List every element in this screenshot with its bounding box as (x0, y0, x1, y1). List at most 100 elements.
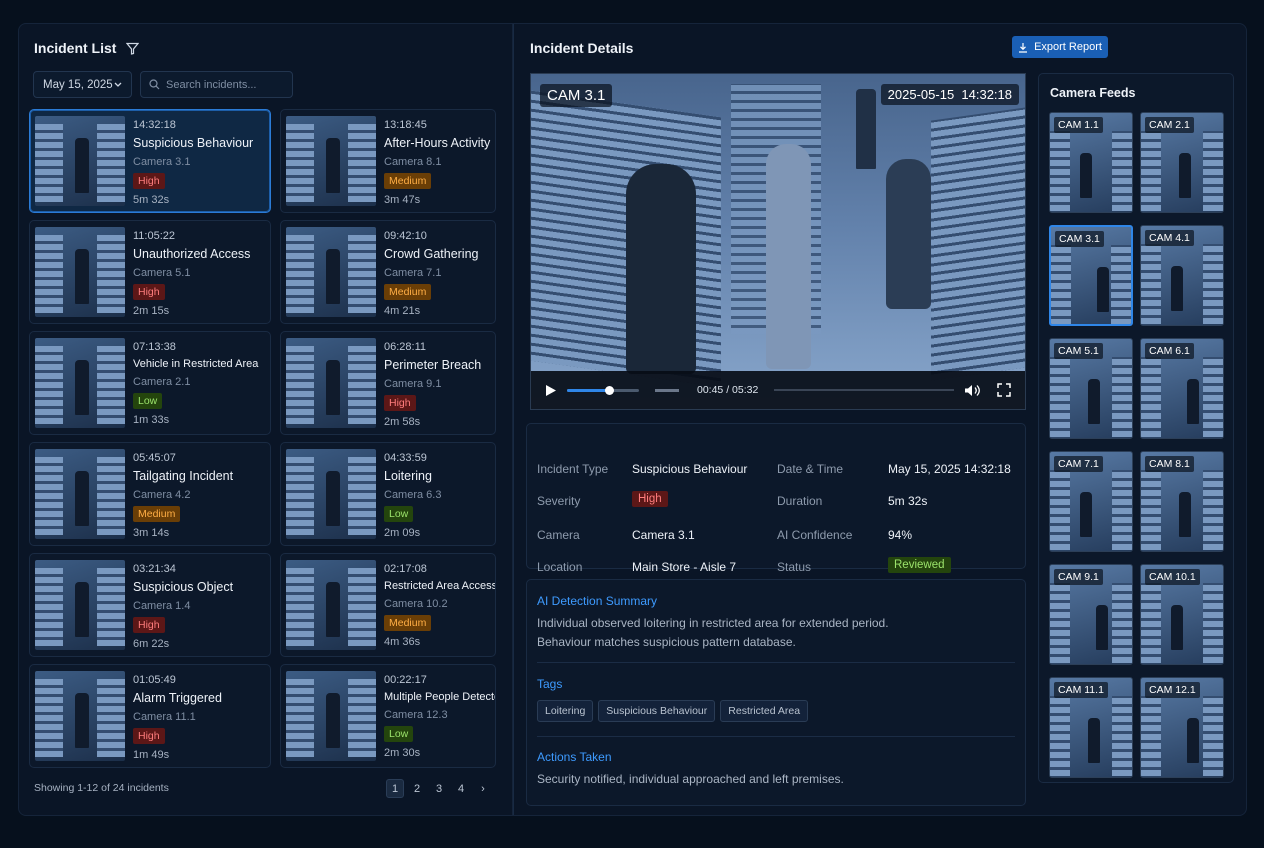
incident-card[interactable]: 03:21:34 Suspicious Object Camera 1.4 High 6… (29, 553, 271, 657)
chevron-down-icon (114, 82, 122, 87)
camera-feed-tile[interactable]: CAM 1.1 (1049, 112, 1133, 213)
actions-title: Actions Taken (537, 750, 612, 764)
incident-thumbnail (35, 116, 125, 206)
camera-feed-tile[interactable]: CAM 10.1 (1140, 564, 1224, 665)
camera-feed-tile[interactable]: CAM 9.1 (1049, 564, 1133, 665)
date-filter-value: May 15, 2025 (43, 78, 113, 91)
incident-time: 09:42:10 (384, 230, 427, 242)
incident-name: Suspicious Behaviour (133, 136, 254, 150)
incident-card[interactable]: 04:33:59 Loitering Camera 6.3 Low 2m 09s (280, 442, 496, 546)
value-incident-type: Suspicious Behaviour (632, 462, 748, 476)
incident-duration: 6m 22s (133, 638, 170, 650)
camera-feed-label: CAM 5.1 (1054, 343, 1103, 359)
incident-name: Vehicle in Restricted Area (133, 358, 259, 370)
camera-feed-tile[interactable]: CAM 6.1 (1140, 338, 1224, 439)
app-window: Incident List May 15, 2025 Search incide… (18, 23, 1247, 816)
incident-thumbnail (286, 560, 376, 650)
camera-feeds-panel: Camera Feeds CAM 1.1 CAM 2.1 CAM 3.1 CAM 4.… (1038, 73, 1234, 783)
ai-summary-text: Individual observed loitering in restric… (537, 614, 889, 652)
tag-chip[interactable]: Suspicious Behaviour (598, 700, 716, 722)
incident-thumbnail (35, 560, 125, 650)
incident-duration: 4m 36s (384, 636, 421, 648)
ai-summary-panel: AI Detection Summary Individual observed… (526, 579, 1026, 806)
status-badge: Reviewed (888, 557, 951, 573)
severity-badge: High (133, 173, 165, 189)
camera-feed-tile[interactable]: CAM 8.1 (1140, 451, 1224, 552)
page-button[interactable]: 3 (430, 779, 448, 798)
incident-card[interactable]: 01:05:49 Alarm Triggered Camera 11.1 High 1m… (29, 664, 271, 768)
video-buffer-bar (655, 388, 679, 392)
actions-text: Security notified, individual approached… (537, 772, 844, 786)
ai-summary-line-2: Behaviour matches suspicious pattern dat… (537, 635, 796, 649)
camera-feed-tile[interactable]: CAM 2.1 (1140, 112, 1224, 213)
search-input[interactable]: Search incidents... (140, 71, 293, 98)
search-placeholder: Search incidents... (166, 78, 257, 91)
incident-duration: 2m 15s (133, 305, 170, 317)
tag-chip[interactable]: Loitering (537, 700, 594, 722)
incident-thumbnail (35, 338, 125, 428)
incident-duration: 4m 21s (384, 305, 421, 317)
incident-card[interactable]: 13:18:45 After-Hours Activity Camera 8.1 Me… (280, 109, 496, 213)
value-camera: Camera 3.1 (632, 528, 695, 542)
incident-card[interactable]: 09:42:10 Crowd Gathering Camera 7.1 Medium 4… (280, 220, 496, 324)
export-report-button[interactable]: Export Report (1012, 36, 1108, 58)
camera-feed-label: CAM 10.1 (1145, 569, 1200, 585)
page-button[interactable]: 4 (452, 779, 470, 798)
video-camera-label: CAM 3.1 (540, 84, 613, 107)
incident-name: Crowd Gathering (384, 247, 479, 261)
progress-handle[interactable] (605, 385, 615, 395)
incident-card[interactable]: 07:13:38 Vehicle in Restricted Area Camera… (29, 331, 271, 435)
incident-card[interactable]: 11:05:22 Unauthorized Access Camera 5.1 Hig… (29, 220, 271, 324)
severity-badge: High (133, 728, 165, 744)
camera-feed-label: CAM 6.1 (1145, 343, 1194, 359)
incident-camera: Camera 6.3 (384, 489, 442, 501)
incident-name: Suspicious Object (133, 580, 234, 594)
incident-time: 03:21:34 (133, 563, 176, 575)
incident-camera: Camera 5.1 (133, 267, 191, 279)
download-icon (1019, 42, 1028, 53)
incident-card[interactable]: 05:45:07 Tailgating Incident Camera 4.2 Med… (29, 442, 271, 546)
severity-badge: Low (133, 393, 163, 409)
label-ai-confidence: AI Confidence (777, 528, 853, 542)
incident-card[interactable]: 14:32:18 Suspicious Behaviour Camera 3.1 Hi… (29, 109, 271, 213)
date-filter-select[interactable]: May 15, 2025 (33, 71, 132, 98)
incident-card[interactable]: 02:17:08 Restricted Area Access Camera 10.… (280, 553, 496, 657)
video-timeline[interactable] (774, 389, 954, 391)
severity-badge: Medium (384, 173, 432, 189)
camera-feed-label: CAM 7.1 (1054, 456, 1103, 472)
incident-thumbnail (286, 449, 376, 539)
incident-card[interactable]: 06:28:11 Perimeter Breach Camera 9.1 High 2m… (280, 331, 496, 435)
next-page-icon[interactable]: › (474, 779, 492, 798)
incident-duration: 2m 30s (384, 747, 421, 759)
incident-time: 06:28:11 (384, 341, 427, 353)
camera-feeds-title: Camera Feeds (1050, 86, 1136, 100)
camera-feed-label: CAM 1.1 (1054, 117, 1103, 133)
incident-camera: Camera 7.1 (384, 267, 442, 279)
filter-icon[interactable] (126, 42, 140, 55)
camera-feed-tile[interactable]: CAM 5.1 (1049, 338, 1133, 439)
incident-time: 01:05:49 (133, 674, 176, 686)
camera-feed-tile[interactable]: CAM 11.1 (1049, 677, 1133, 778)
camera-feed-tile[interactable]: CAM 7.1 (1049, 451, 1133, 552)
camera-feed-tile[interactable]: CAM 4.1 (1140, 225, 1224, 326)
incident-card[interactable]: 00:22:17 Multiple People Detected Camera 1… (280, 664, 496, 768)
page-button[interactable]: 1 (386, 779, 404, 798)
camera-feed-tile[interactable]: CAM 3.1 (1049, 225, 1133, 326)
label-duration: Duration (777, 494, 823, 508)
incident-duration: 5m 32s (133, 194, 170, 206)
play-icon[interactable] (545, 384, 557, 397)
video-player[interactable]: CAM 3.1 2025-05-15 14:32:18 00:45 / 05:3… (530, 73, 1026, 410)
incident-camera: Camera 10.2 (384, 598, 448, 610)
camera-feed-label: CAM 9.1 (1054, 569, 1103, 585)
label-camera: Camera (537, 528, 580, 542)
video-progress-bar[interactable] (567, 385, 639, 395)
incident-camera: Camera 3.1 (133, 156, 191, 168)
fullscreen-icon[interactable] (997, 383, 1011, 397)
page-button[interactable]: 2 (408, 779, 426, 798)
tag-chip[interactable]: Restricted Area (720, 700, 809, 722)
incident-time: 14:32:18 (133, 119, 176, 131)
volume-icon[interactable] (964, 384, 981, 397)
incident-duration: 2m 09s (384, 527, 421, 539)
incident-time: 11:05:22 (133, 230, 176, 242)
camera-feed-tile[interactable]: CAM 12.1 (1140, 677, 1224, 778)
